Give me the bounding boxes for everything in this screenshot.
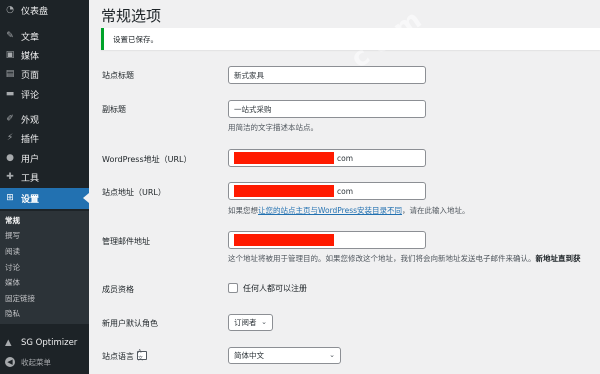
- admin-email-input[interactable]: [228, 231, 426, 249]
- submenu-item-privacy[interactable]: 隐私: [5, 308, 20, 319]
- sidebar-item-pages[interactable]: ▤ 页面: [0, 64, 89, 84]
- membership-label: 成员资格: [102, 285, 134, 294]
- submenu-item-permalinks[interactable]: 固定链接: [5, 293, 35, 304]
- tagline-label: 副标题: [102, 105, 126, 114]
- submenu-item-discussion[interactable]: 讨论: [5, 262, 20, 273]
- site-url-label: 站点地址（URL）: [102, 188, 166, 197]
- default-role-label: 新用户默认角色: [102, 319, 158, 328]
- site-title-label: 站点标题: [102, 71, 134, 80]
- sidebar-item-users[interactable]: ● 用户: [0, 148, 89, 168]
- settings-saved-notice: 设置已保存。: [101, 28, 600, 50]
- redacted-block: [234, 152, 334, 164]
- admin-email-description: 这个地址将被用于管理目的。如果您修改这个地址，我们将会向新地址发送电子邮件来确认…: [228, 253, 581, 264]
- site-url-description: 如果您想让您的站点主页与WordPress安装目录不同，请在此输入地址。: [228, 205, 470, 216]
- sidebar-item-plugins[interactable]: ⚡ 插件: [0, 128, 89, 148]
- comment-icon: ▬: [5, 88, 15, 99]
- sg-optimizer-icon: ▲: [5, 338, 12, 348]
- settings-icon: ⊞: [6, 193, 14, 203]
- sidebar-item-tools[interactable]: ✚ 工具: [0, 167, 89, 187]
- sidebar-item-label: 用户: [21, 154, 40, 165]
- page-title: 常规选项: [101, 7, 162, 25]
- collapse-menu-button[interactable]: ◀ 收起菜单: [0, 354, 89, 370]
- media-icon: ▣: [5, 49, 15, 60]
- redacted-block: [234, 185, 334, 197]
- sidebar-item-comments[interactable]: ▬ 评论: [0, 84, 89, 104]
- chevron-down-icon: ⌄: [329, 351, 335, 359]
- wp-url-input[interactable]: com: [228, 149, 426, 167]
- submenu-item-media[interactable]: 媒体: [5, 277, 20, 288]
- desc-text: 这个地址将被用于管理目的。如果您修改这个地址，我们将会向新地址发送电子邮件来确认…: [228, 254, 536, 263]
- tagline-input[interactable]: 一站式采购: [228, 100, 426, 118]
- redacted-block: [234, 234, 334, 246]
- site-url-help-link[interactable]: 让您的站点主页与WordPress安装目录不同: [258, 206, 402, 215]
- sidebar-item-posts[interactable]: ✎ 文章: [0, 26, 89, 46]
- default-role-value: 订阅者: [234, 318, 257, 327]
- tools-icon: ✚: [6, 171, 14, 182]
- sidebar-item-label: 页面: [21, 70, 40, 81]
- plugin-icon: ⚡: [6, 132, 14, 143]
- membership-checkbox[interactable]: [228, 283, 238, 293]
- sidebar-item-appearance[interactable]: ✐ 外观: [0, 109, 89, 129]
- site-url-input[interactable]: com: [228, 182, 426, 200]
- sidebar-item-label: 工具: [21, 173, 40, 184]
- submenu-item-general[interactable]: 常规: [5, 215, 20, 226]
- settings-submenu: 常规 撰写 阅读 讨论 媒体 固定链接 隐私: [0, 211, 89, 324]
- submenu-item-writing[interactable]: 撰写: [5, 230, 20, 241]
- page-icon: ▤: [5, 68, 15, 79]
- membership-checkbox-label[interactable]: 任何人都可以注册: [243, 283, 307, 294]
- tagline-description: 用简洁的文字描述本站点。: [228, 123, 318, 132]
- site-language-value: 简体中文: [234, 351, 264, 360]
- collapse-menu-label: 收起菜单: [21, 357, 51, 367]
- admin-email-label: 管理邮件地址: [102, 237, 150, 246]
- brush-icon: ✐: [6, 113, 14, 124]
- desc-text: ，请在此输入地址。: [402, 206, 470, 215]
- translation-icon: A文: [137, 349, 147, 362]
- sidebar-item-label: 仪表盘: [21, 6, 49, 17]
- site-title-input[interactable]: 新式家具: [228, 66, 426, 84]
- sidebar-item-settings[interactable]: ⊞ 设置: [0, 188, 89, 209]
- desc-bold-text: 新地址直到获: [535, 254, 581, 263]
- wp-url-label: WordPress地址（URL）: [102, 155, 192, 164]
- sidebar-item-label: 媒体: [21, 51, 40, 62]
- tagline-value: 一站式采购: [234, 104, 272, 114]
- pin-icon: ✎: [6, 30, 14, 41]
- sidebar-item-label: 外观: [21, 115, 40, 126]
- sidebar-item-label: 文章: [21, 32, 40, 43]
- sidebar-item-dashboard[interactable]: ◔ 仪表盘: [0, 0, 89, 20]
- sidebar-item-label: 评论: [21, 90, 40, 101]
- notice-text: 设置已保存。: [113, 35, 158, 44]
- admin-sidebar: ◔ 仪表盘 ✎ 文章 ▣ 媒体 ▤ 页面 ▬ 评论 ✐ 外观 ⚡ 插件 ● 用户…: [0, 0, 89, 374]
- submenu-item-reading[interactable]: 阅读: [5, 246, 20, 257]
- desc-text: 如果您想: [228, 206, 258, 215]
- user-icon: ●: [6, 152, 14, 163]
- site-language-select[interactable]: 简体中文 ⌄: [228, 347, 341, 364]
- dashboard-icon: ◔: [6, 4, 14, 15]
- collapse-arrow-icon: ◀: [5, 357, 15, 367]
- wp-url-suffix: com: [337, 153, 354, 163]
- site-url-suffix: com: [337, 186, 354, 196]
- sidebar-item-media[interactable]: ▣ 媒体: [0, 45, 89, 65]
- sidebar-item-label: SG Optimizer: [21, 338, 78, 348]
- sidebar-item-sg-optimizer[interactable]: ▲ SG Optimizer: [0, 334, 89, 352]
- sidebar-item-label: 设置: [21, 195, 40, 205]
- default-role-select[interactable]: 订阅者 ⌄: [228, 314, 273, 331]
- chevron-down-icon: ⌄: [261, 318, 267, 326]
- site-language-label: 站点语言: [102, 352, 134, 361]
- sidebar-item-label: 插件: [21, 134, 40, 145]
- site-title-value: 新式家具: [234, 70, 264, 80]
